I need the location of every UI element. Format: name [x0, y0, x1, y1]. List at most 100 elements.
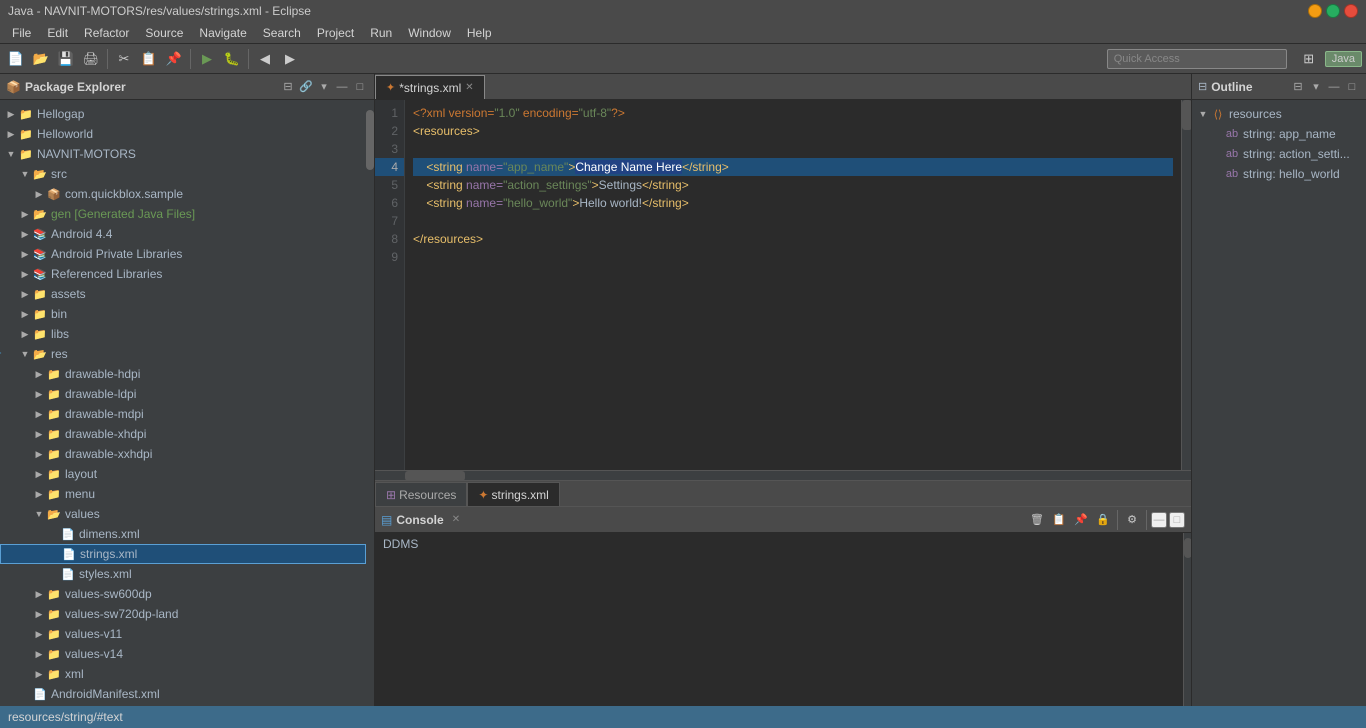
tab-strings-xml[interactable]: ✦ *strings.xml ✕	[375, 75, 485, 99]
menu-refactor[interactable]: Refactor	[76, 24, 137, 42]
debug-button[interactable]: 🐛	[220, 47, 244, 71]
outline-collapse-button[interactable]: ⊟	[1290, 79, 1306, 95]
quick-access-input[interactable]: Quick Access	[1107, 49, 1287, 69]
console-close[interactable]: ✕	[452, 514, 460, 525]
console-settings-button[interactable]: ⚙	[1122, 510, 1142, 530]
paste-button[interactable]: 📌	[162, 47, 186, 71]
tree-item-values-sw600dp[interactable]: ▶ 📁 values-sw600dp	[0, 584, 366, 604]
java-perspective-button[interactable]: Java	[1325, 51, 1362, 67]
tree-item-assets[interactable]: ▶ 📁 assets	[0, 284, 366, 304]
xml-val-action-settings: "action_settings"	[503, 178, 592, 192]
tree-item-android-private[interactable]: ▶ 📚 Android Private Libraries	[0, 244, 366, 264]
menu-navigate[interactable]: Navigate	[191, 24, 254, 42]
icon-com-quickblox: 📦	[46, 186, 62, 202]
outline-maximize-button[interactable]: □	[1344, 79, 1360, 95]
console-copy-button[interactable]: 📋	[1049, 510, 1069, 530]
editor-scrollbar-h[interactable]	[375, 470, 1191, 480]
console-minimize-button[interactable]: —	[1151, 512, 1167, 528]
outline-menu-button[interactable]: ▾	[1308, 79, 1324, 95]
tab-resources[interactable]: ⊞ Resources	[375, 482, 467, 506]
editor-scroll-thumb[interactable]	[1182, 100, 1191, 130]
toolbar-sep-2	[190, 49, 191, 69]
tab-strings-xml-bottom-label: strings.xml	[491, 488, 548, 502]
console-maximize-button[interactable]: □	[1169, 512, 1185, 528]
menu-source[interactable]: Source	[137, 24, 191, 42]
tree-item-dimens-xml[interactable]: ▶ 📄 dimens.xml	[0, 524, 366, 544]
menu-edit[interactable]: Edit	[39, 24, 76, 42]
console-scrollbar[interactable]	[1183, 533, 1191, 706]
tree-item-values-sw720dp-land[interactable]: ▶ 📁 values-sw720dp-land	[0, 604, 366, 624]
perspectives-button[interactable]: ⊞	[1297, 47, 1321, 71]
outline-item-resources[interactable]: ▼ ⟨⟩ resources	[1192, 104, 1366, 124]
package-explorer-tree[interactable]: ▶ 📁 Hellogap ▶ 📁 Helloworld ▼ 📁 NAVNIT-	[0, 100, 366, 706]
tree-item-drawable-ldpi[interactable]: ▶ 📁 drawable-ldpi	[0, 384, 366, 404]
menu-project[interactable]: Project	[309, 24, 362, 42]
tree-item-values[interactable]: ▼ 📂 values	[0, 504, 366, 524]
outline-tree[interactable]: ▼ ⟨⟩ resources ▶ ab string: app_name ▶ a…	[1192, 100, 1366, 706]
tree-item-values-v11[interactable]: ▶ 📁 values-v11	[0, 624, 366, 644]
console-paste-button[interactable]: 📌	[1071, 510, 1091, 530]
tree-item-layout[interactable]: ▶ 📁 layout	[0, 464, 366, 484]
minimize-panel-button[interactable]: —	[334, 79, 350, 95]
tree-item-styles-xml[interactable]: ▶ 📄 styles.xml	[0, 564, 366, 584]
run-button[interactable]: ▶	[195, 47, 219, 71]
console-clear-button[interactable]: 🗑	[1027, 510, 1047, 530]
save-button[interactable]: 💾	[54, 47, 78, 71]
menu-run[interactable]: Run	[362, 24, 400, 42]
tree-item-com-quickblox[interactable]: ▶ 📦 com.quickblox.sample	[0, 184, 366, 204]
outline-item-app-name[interactable]: ▶ ab string: app_name	[1192, 124, 1366, 144]
console-scroll-lock-button[interactable]: 🔒	[1093, 510, 1113, 530]
left-panel-scrollbar-thumb[interactable]	[366, 110, 374, 170]
menu-window[interactable]: Window	[400, 24, 459, 42]
tree-item-menu[interactable]: ▶ 📁 menu	[0, 484, 366, 504]
editor-h-scroll-thumb[interactable]	[405, 471, 465, 481]
tab-strings-xml-bottom[interactable]: ✦ strings.xml	[467, 482, 559, 506]
back-button[interactable]: ◀	[253, 47, 277, 71]
tree-item-drawable-xhdpi[interactable]: ▶ 📁 drawable-xhdpi	[0, 424, 366, 444]
new-button[interactable]: 📄	[4, 47, 28, 71]
outline-item-action-settings[interactable]: ▶ ab string: action_setti...	[1192, 144, 1366, 164]
tree-item-hellogap[interactable]: ▶ 📁 Hellogap	[0, 104, 366, 124]
close-button[interactable]	[1344, 4, 1358, 18]
outline-item-hello-world[interactable]: ▶ ab string: hello_world	[1192, 164, 1366, 184]
tree-item-android44[interactable]: ▶ 📚 Android 4.4	[0, 224, 366, 244]
open-button[interactable]: 📂	[29, 47, 53, 71]
tree-item-drawable-hdpi[interactable]: ▶ 📁 drawable-hdpi	[0, 364, 366, 384]
maximize-panel-button[interactable]: □	[352, 79, 368, 95]
tree-item-helloworld[interactable]: ▶ 📁 Helloworld	[0, 124, 366, 144]
label-dimens-xml: dimens.xml	[79, 527, 140, 541]
tree-item-src[interactable]: ▼ 📂 src	[0, 164, 366, 184]
left-panel-scrollbar[interactable]	[366, 100, 374, 706]
console-scroll-thumb[interactable]	[1184, 538, 1191, 558]
minimize-button[interactable]	[1308, 4, 1322, 18]
tab-strings-xml-close[interactable]: ✕	[465, 82, 473, 93]
tree-item-drawable-xxhdpi[interactable]: ▶ 📁 drawable-xxhdpi	[0, 444, 366, 464]
tree-item-gen[interactable]: ▶ 📂 gen [Generated Java Files]	[0, 204, 366, 224]
tree-item-libs[interactable]: ▶ 📁 libs	[0, 324, 366, 344]
menu-search[interactable]: Search	[255, 24, 309, 42]
tree-item-xml-folder[interactable]: ▶ 📁 xml	[0, 664, 366, 684]
editor-right-scrollbar[interactable]	[1181, 100, 1191, 470]
collapse-all-button[interactable]: ⊟	[280, 79, 296, 95]
copy-button[interactable]: 📋	[137, 47, 161, 71]
toolbar-group-new: 📄 📂 💾 🖨	[4, 47, 103, 71]
cut-button[interactable]: ✂	[112, 47, 136, 71]
link-editor-button[interactable]: 🔗	[298, 79, 314, 95]
tree-item-values-v14[interactable]: ▶ 📁 values-v14	[0, 644, 366, 664]
tree-item-bin[interactable]: ▶ 📁 bin	[0, 304, 366, 324]
forward-button[interactable]: ▶	[278, 47, 302, 71]
menu-file[interactable]: File	[4, 24, 39, 42]
tree-item-drawable-mdpi[interactable]: ▶ 📁 drawable-mdpi	[0, 404, 366, 424]
print-button[interactable]: 🖨	[79, 47, 103, 71]
xml-attr-name-3: name=	[466, 196, 503, 210]
tree-item-strings-xml[interactable]: ▶ 📄 strings.xml	[0, 544, 366, 564]
code-content[interactable]: <?xml version="1.0" encoding="utf-8"?> <…	[405, 100, 1181, 470]
outline-minimize-button[interactable]: —	[1326, 79, 1342, 95]
panel-menu-button[interactable]: ▾	[316, 79, 332, 95]
tree-item-res[interactable]: ▼ 📂 res ➤	[0, 344, 366, 364]
tree-item-android-manifest[interactable]: ▶ 📄 AndroidManifest.xml	[0, 684, 366, 704]
tree-item-referenced-libs[interactable]: ▶ 📚 Referenced Libraries	[0, 264, 366, 284]
menu-help[interactable]: Help	[459, 24, 500, 42]
tree-item-navnit-motors[interactable]: ▼ 📁 NAVNIT-MOTORS	[0, 144, 366, 164]
maximize-button[interactable]	[1326, 4, 1340, 18]
